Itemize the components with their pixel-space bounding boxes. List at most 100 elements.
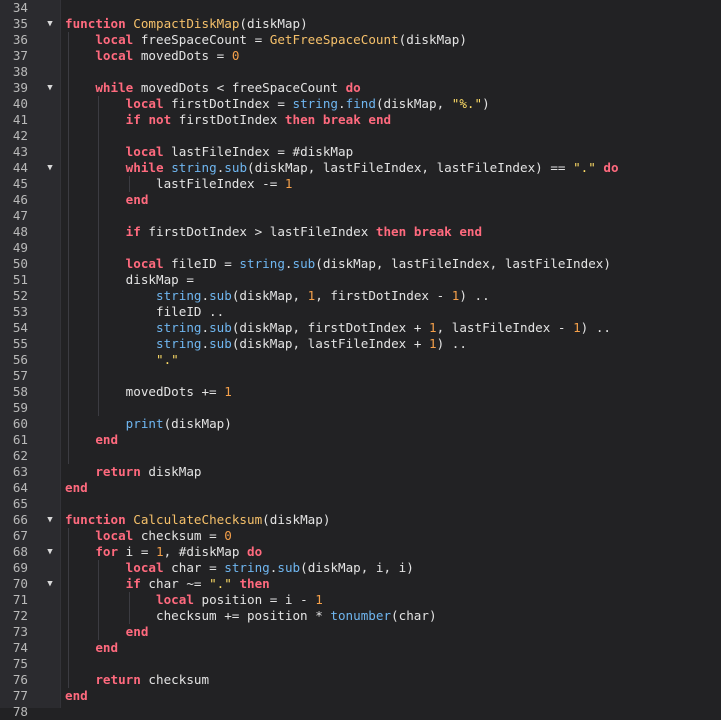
builtin-token: string — [156, 336, 202, 351]
fold-arrow-icon[interactable]: ▼ — [44, 16, 56, 32]
code-line[interactable]: 65 — [0, 496, 721, 512]
code-line[interactable]: 71 local position = i - 1 — [0, 592, 721, 608]
code-line[interactable]: 46 end — [0, 192, 721, 208]
code-line[interactable]: 78 — [0, 704, 721, 720]
code-line[interactable]: 53 fileID .. — [0, 304, 721, 320]
code-line[interactable]: 73 end — [0, 624, 721, 640]
code-line[interactable]: 47 — [0, 208, 721, 224]
code-line[interactable]: 58 movedDots += 1 — [0, 384, 721, 400]
code-line[interactable]: 41 if not firstDotIndex then break end — [0, 112, 721, 128]
code-line[interactable]: 69 local char = string.sub(diskMap, i, i… — [0, 560, 721, 576]
code-content[interactable]: diskMap = — [65, 272, 194, 288]
fold-arrow-icon[interactable]: ▼ — [44, 160, 56, 176]
code-text: (diskMap, lastFileIndex + — [231, 336, 429, 351]
code-line[interactable]: 74 end — [0, 640, 721, 656]
code-content[interactable]: local freeSpaceCount = GetFreeSpaceCount… — [65, 32, 467, 48]
code-line[interactable]: 54 string.sub(diskMap, firstDotIndex + 1… — [0, 320, 721, 336]
code-line[interactable]: 68 ▼ for i = 1, #diskMap do — [0, 544, 721, 560]
builtin-token: string — [171, 160, 217, 175]
code-line[interactable]: 39 ▼ while movedDots < freeSpaceCount do — [0, 80, 721, 96]
code-content[interactable]: local firstDotIndex = string.find(diskMa… — [65, 96, 490, 112]
code-line[interactable]: 76 return checksum — [0, 672, 721, 688]
code-content[interactable]: end — [65, 688, 88, 704]
code-line[interactable]: 44 ▼ while string.sub(diskMap, lastFileIn… — [0, 160, 721, 176]
code-text: (diskMap) — [163, 416, 232, 431]
code-line[interactable]: 59 — [0, 400, 721, 416]
code-line[interactable]: 72 checksum += position * tonumber(char) — [0, 608, 721, 624]
code-line[interactable]: 62 — [0, 448, 721, 464]
code-text: i = — [118, 544, 157, 559]
code-line[interactable]: 70 ▼ if char ~= "." then — [0, 576, 721, 592]
fold-arrow-icon[interactable]: ▼ — [44, 544, 56, 560]
code-content[interactable]: end — [65, 624, 149, 640]
code-content[interactable]: return checksum — [65, 672, 209, 688]
code-text: (diskMap, — [231, 288, 308, 303]
code-content[interactable]: end — [65, 640, 118, 656]
code-line[interactable]: 50 local fileID = string.sub(diskMap, la… — [0, 256, 721, 272]
code-content[interactable]: while movedDots < freeSpaceCount do — [65, 80, 360, 96]
code-content[interactable]: local char = string.sub(diskMap, i, i) — [65, 560, 414, 576]
code-content[interactable]: function CalculateChecksum(diskMap) — [65, 512, 330, 528]
code-content[interactable]: string.sub(diskMap, firstDotIndex + 1, l… — [65, 320, 611, 336]
fold-arrow-icon[interactable]: ▼ — [44, 576, 56, 592]
code-content[interactable]: local position = i - 1 — [65, 592, 323, 608]
code-line[interactable]: 55 string.sub(diskMap, lastFileIndex + 1… — [0, 336, 721, 352]
fold-arrow-icon[interactable]: ▼ — [44, 80, 56, 96]
code-content[interactable]: local lastFileIndex = #diskMap — [65, 144, 353, 160]
code-line[interactable]: 42 — [0, 128, 721, 144]
keyword-token: then — [284, 112, 316, 127]
code-content[interactable]: lastFileIndex -= 1 — [65, 176, 293, 192]
code-line[interactable]: 66 ▼ function CalculateChecksum(diskMap) — [0, 512, 721, 528]
code-content[interactable]: "." — [65, 352, 179, 368]
code-line[interactable]: 37 local movedDots = 0 — [0, 48, 721, 64]
code-content[interactable]: function CompactDiskMap(diskMap) — [65, 16, 308, 32]
code-content[interactable]: end — [65, 432, 118, 448]
code-line[interactable]: 43 local lastFileIndex = #diskMap — [0, 144, 721, 160]
code-line[interactable]: 38 — [0, 64, 721, 80]
code-line[interactable]: 36 local freeSpaceCount = GetFreeSpaceCo… — [0, 32, 721, 48]
code-line[interactable]: 56 "." — [0, 352, 721, 368]
code-content[interactable]: string.sub(diskMap, 1, firstDotIndex - 1… — [65, 288, 490, 304]
code-editor[interactable]: 34 35 ▼ function CompactDiskMap(diskMap) 36 … — [0, 0, 721, 719]
code-content[interactable]: movedDots += 1 — [65, 384, 232, 400]
code-line[interactable]: 51 diskMap = — [0, 272, 721, 288]
code-content[interactable]: print(diskMap) — [65, 416, 232, 432]
code-content[interactable]: if not firstDotIndex then break end — [65, 112, 391, 128]
code-line[interactable]: 63 return diskMap — [0, 464, 721, 480]
code-line[interactable]: 75 — [0, 656, 721, 672]
code-content[interactable]: end — [65, 192, 149, 208]
fold-arrow-icon[interactable]: ▼ — [44, 512, 56, 528]
code-content[interactable]: return diskMap — [65, 464, 201, 480]
code-line[interactable]: 57 — [0, 368, 721, 384]
code-line[interactable]: 45 lastFileIndex -= 1 — [0, 176, 721, 192]
code-content[interactable]: while string.sub(diskMap, lastFileIndex,… — [65, 160, 619, 176]
code-content[interactable]: fileID .. — [65, 304, 224, 320]
code-line[interactable]: 77 end — [0, 688, 721, 704]
code-content[interactable]: local fileID = string.sub(diskMap, lastF… — [65, 256, 611, 272]
code-content[interactable]: local checksum = 0 — [65, 528, 232, 544]
builtin-token: string — [156, 320, 202, 335]
code-text: (diskMap, — [375, 96, 452, 111]
code-line[interactable]: 67 local checksum = 0 — [0, 528, 721, 544]
code-content[interactable]: if firstDotIndex > lastFileIndex then br… — [65, 224, 482, 240]
code-content[interactable]: checksum += position * tonumber(char) — [65, 608, 437, 624]
code-content[interactable]: end — [65, 480, 88, 496]
code-content[interactable]: string.sub(diskMap, lastFileIndex + 1) .… — [65, 336, 467, 352]
code-line[interactable]: 64 end — [0, 480, 721, 496]
code-content[interactable]: if char ~= "." then — [65, 576, 270, 592]
code-line[interactable]: 35 ▼ function CompactDiskMap(diskMap) — [0, 16, 721, 32]
code-line[interactable]: 34 — [0, 0, 721, 16]
code-line[interactable]: 52 string.sub(diskMap, 1, firstDotIndex … — [0, 288, 721, 304]
code-line[interactable]: 61 end — [0, 432, 721, 448]
code-line[interactable]: 49 — [0, 240, 721, 256]
code-line[interactable]: 48 if firstDotIndex > lastFileIndex then… — [0, 224, 721, 240]
code-line[interactable]: 40 local firstDotIndex = string.find(dis… — [0, 96, 721, 112]
line-number: 68 — [12, 544, 28, 559]
code-content[interactable]: for i = 1, #diskMap do — [65, 544, 262, 560]
code-content[interactable]: local movedDots = 0 — [65, 48, 239, 64]
code-line[interactable]: 60 print(diskMap) — [0, 416, 721, 432]
